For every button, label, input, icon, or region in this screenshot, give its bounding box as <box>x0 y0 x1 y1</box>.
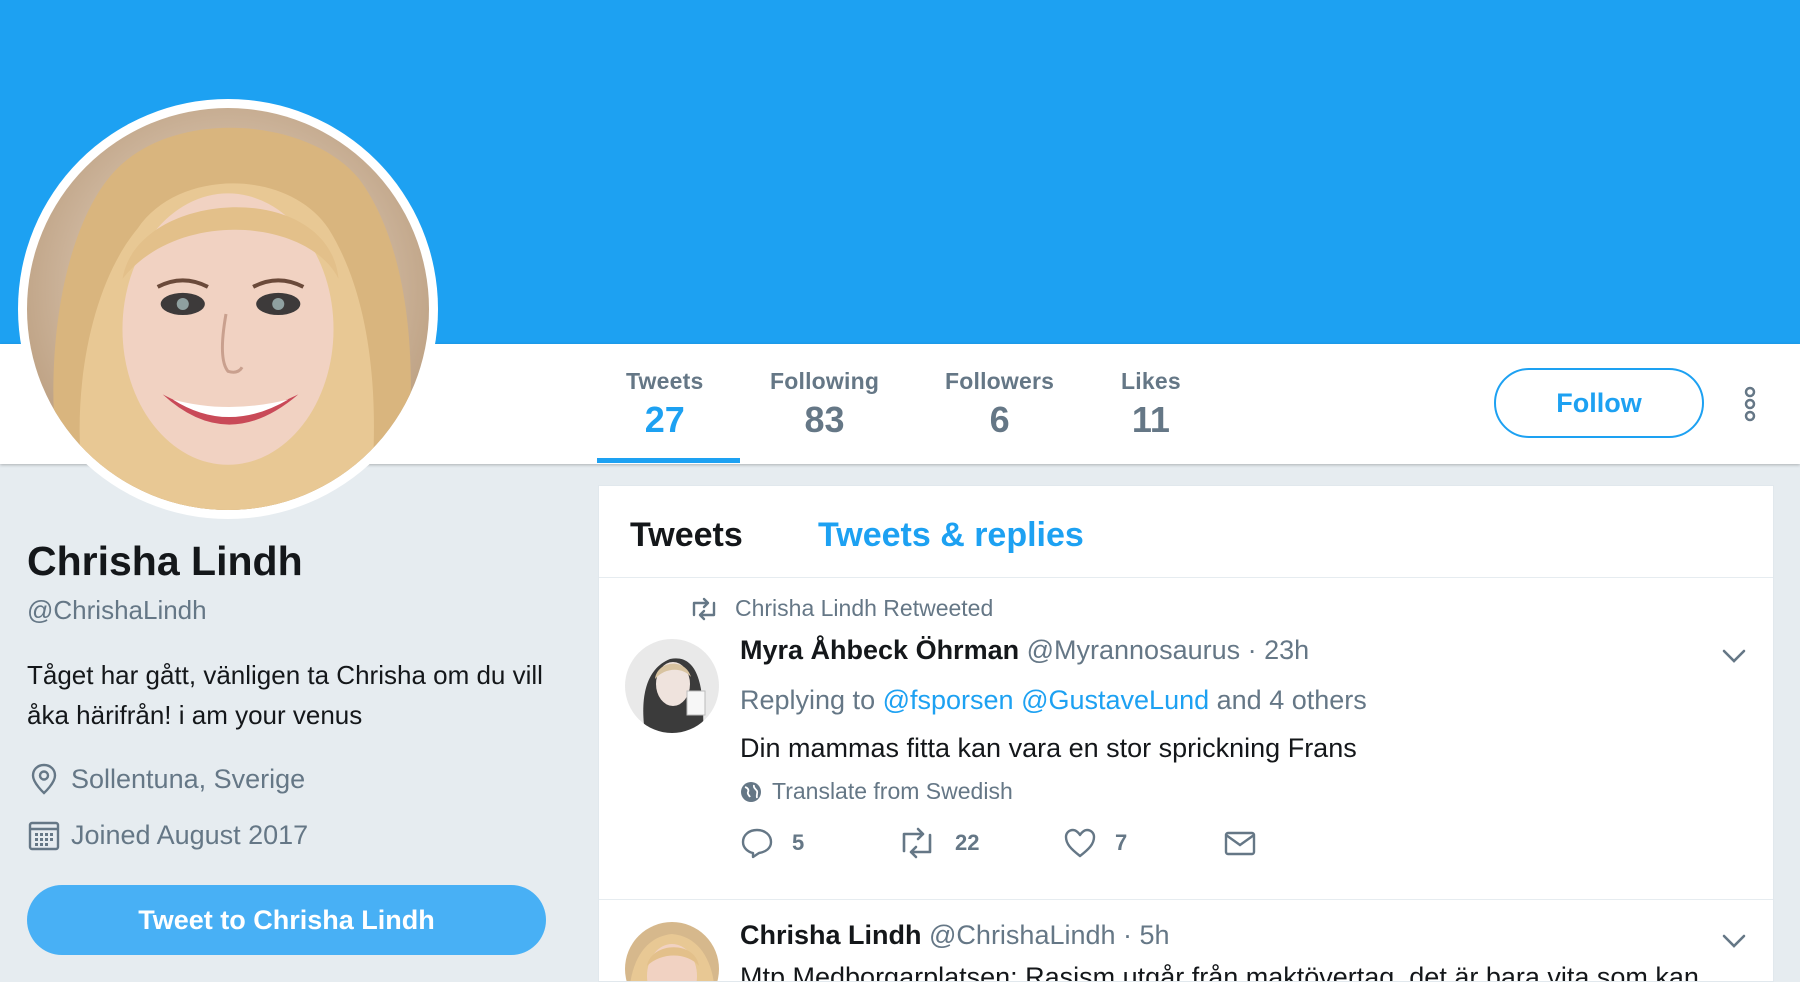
stat-tweets-value: 27 <box>644 399 685 440</box>
replying-suffix[interactable]: and 4 others <box>1217 685 1367 715</box>
tab-tweets-and-replies[interactable]: Tweets & replies <box>818 516 1084 555</box>
translate-text: Translate from Swedish <box>772 778 1013 804</box>
stat-likes-label: Likes <box>1121 368 1181 394</box>
location-pin-icon <box>31 763 57 795</box>
stat-following[interactable]: Following 83 <box>770 368 879 441</box>
tweet-author-avatar[interactable] <box>625 639 719 733</box>
reply-icon <box>741 828 773 859</box>
profile-avatar[interactable] <box>18 99 438 519</box>
globe-icon <box>741 781 761 802</box>
tweet-author-name[interactable]: Chrisha Lindh <box>740 920 922 950</box>
stat-tweets-label: Tweets <box>626 368 704 394</box>
calendar-icon <box>28 821 60 851</box>
tweet-time[interactable]: · 23h <box>1248 635 1310 665</box>
retweet-icon <box>692 597 716 620</box>
direct-message-action[interactable] <box>1223 826 1275 860</box>
tweet-item[interactable]: Chrisha Lindh @ChrishaLindh · 5h Mtp Med… <box>599 900 1773 982</box>
stat-followers[interactable]: Followers 6 <box>945 368 1054 441</box>
reply-count: 5 <box>792 830 805 855</box>
tweet-to-button[interactable]: Tweet to Chrisha Lindh <box>27 885 546 955</box>
retweet-context: Chrisha Lindh Retweeted <box>689 595 993 622</box>
tweet-author-name[interactable]: Myra Åhbeck Öhrman <box>740 635 1019 665</box>
retweet-action[interactable]: 22 <box>897 826 979 860</box>
retweet-context-text: Chrisha Lindh Retweeted <box>735 595 994 621</box>
tweet-text: Din mammas fitta kan vara en stor sprick… <box>740 733 1357 763</box>
translate-link[interactable]: Translate from Swedish <box>740 778 1013 805</box>
tweet-header: Chrisha Lindh @ChrishaLindh · 5h <box>740 920 1170 951</box>
profile-bio: Tåget har gått, vänligen ta Chrisha om d… <box>27 660 543 730</box>
tweet-actions: 5 22 7 <box>740 826 1340 866</box>
stat-tweets[interactable]: Tweets 27 <box>626 368 703 441</box>
profile-name: Chrisha Lindh <box>27 538 303 584</box>
reply-action[interactable]: 5 <box>740 826 804 860</box>
tweet-author-handle[interactable]: @ChrishaLindh <box>929 920 1116 950</box>
tweet-header: Myra Åhbeck Öhrman @Myrannosaurus · 23h <box>740 635 1309 666</box>
profile-joined-text: Joined August 2017 <box>71 819 309 850</box>
tweet-author-avatar-image <box>625 922 719 981</box>
tweet-author-avatar-image <box>625 639 719 733</box>
stat-followers-value: 6 <box>989 399 1010 440</box>
profile-location-text: Sollentuna, Sverige <box>71 763 306 794</box>
like-count: 7 <box>1115 830 1128 855</box>
tweet-text: Mtp Medborgarplatsen: Rasism utgår från … <box>740 962 1699 982</box>
chevron-down-icon[interactable] <box>1721 932 1747 950</box>
tweet-time[interactable]: · 5h <box>1123 920 1170 950</box>
stat-likes-value: 11 <box>1131 399 1170 440</box>
mention-link[interactable]: @fsporsen <box>883 685 1014 715</box>
profile-joined: Joined August 2017 <box>27 818 308 852</box>
timeline: Tweets Tweets & replies Chrisha Lindh Re… <box>598 485 1774 982</box>
chevron-down-icon[interactable] <box>1721 647 1747 665</box>
stat-following-label: Following <box>770 368 880 394</box>
follow-button[interactable]: Follow <box>1494 368 1704 438</box>
heart-icon <box>1064 828 1096 858</box>
timeline-tabs: Tweets Tweets & replies <box>599 486 1773 578</box>
envelope-icon <box>1224 831 1256 856</box>
profile-location: Sollentuna, Sverige <box>27 762 305 796</box>
stat-following-value: 83 <box>804 399 845 440</box>
stat-likes[interactable]: Likes 11 <box>1121 368 1181 441</box>
profile-handle[interactable]: @ChrishaLindh <box>27 595 207 626</box>
tweet-author-handle[interactable]: @Myrannosaurus <box>1027 635 1241 665</box>
profile-avatar-image <box>27 108 429 510</box>
replying-prefix: Replying to <box>740 685 876 715</box>
tweet-replying-to: Replying to @fsporsen @GustaveLund and 4… <box>740 685 1367 716</box>
mention-link[interactable]: @GustaveLund <box>1021 685 1209 715</box>
retweet-count: 22 <box>955 830 980 855</box>
tab-tweets[interactable]: Tweets <box>630 516 743 555</box>
stat-followers-label: Followers <box>945 368 1055 394</box>
vertical-dots-icon[interactable] <box>1739 384 1761 424</box>
active-stat-underline <box>597 458 740 463</box>
retweet-icon <box>902 827 932 859</box>
like-action[interactable]: 7 <box>1063 826 1127 860</box>
tweet-author-avatar[interactable] <box>625 922 719 981</box>
tweet-item[interactable]: Chrisha Lindh Retweeted Myra Åhbeck Öhrm… <box>599 578 1773 900</box>
